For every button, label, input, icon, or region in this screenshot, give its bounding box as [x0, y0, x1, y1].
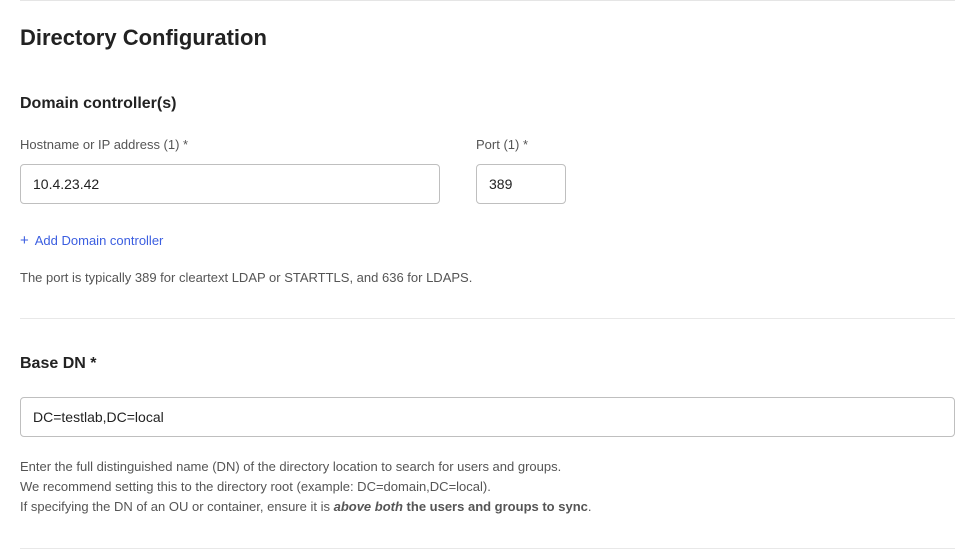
base-dn-help-text: Enter the full distinguished name (DN) o…	[20, 457, 955, 517]
domain-controller-row: Hostname or IP address (1) * Port (1) *	[20, 137, 955, 204]
hostname-field-group: Hostname or IP address (1) *	[20, 137, 440, 204]
base-dn-help-line3-pre: If specifying the DN of an OU or contain…	[20, 499, 334, 514]
hostname-label: Hostname or IP address (1) *	[20, 137, 440, 152]
top-divider	[20, 0, 955, 1]
port-field-group: Port (1) *	[476, 137, 566, 204]
add-domain-controller-link[interactable]: + Add Domain controller	[20, 233, 163, 248]
bottom-divider	[20, 548, 955, 549]
port-label: Port (1) *	[476, 137, 566, 152]
base-dn-help-line2: We recommend setting this to the directo…	[20, 479, 491, 494]
base-dn-input[interactable]	[20, 397, 955, 437]
hostname-input[interactable]	[20, 164, 440, 204]
base-dn-help-line3-em: above both	[334, 499, 403, 514]
add-domain-controller-label: Add Domain controller	[35, 233, 164, 248]
base-dn-header: Base DN *	[20, 355, 955, 373]
base-dn-help-line3-end: .	[588, 499, 592, 514]
section-divider	[20, 318, 955, 319]
base-dn-help-line1: Enter the full distinguished name (DN) o…	[20, 459, 561, 474]
page-title: Directory Configuration	[20, 25, 955, 51]
plus-icon: +	[20, 233, 29, 248]
port-input[interactable]	[476, 164, 566, 204]
domain-controllers-header: Domain controller(s)	[20, 95, 955, 113]
base-dn-field-group	[20, 397, 955, 437]
base-dn-help-line3-bold: the users and groups to sync	[403, 499, 588, 514]
port-help-text: The port is typically 389 for cleartext …	[20, 268, 955, 288]
